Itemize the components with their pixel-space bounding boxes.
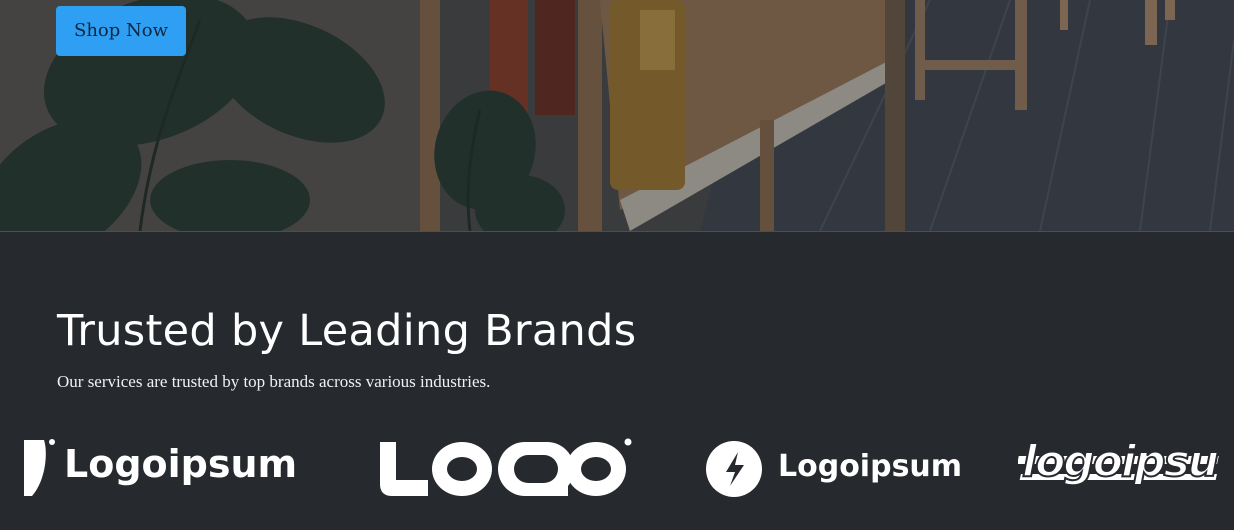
trusted-brands-section: Trusted by Leading Brands Our services a…: [0, 232, 1234, 530]
shop-now-button[interactable]: Shop Now: [56, 6, 186, 56]
brand-logo-1: Logoipsum: [18, 422, 318, 512]
section-subtitle: Our services are trusted by top brands a…: [57, 372, 491, 391]
brand-logo-carousel: Logoipsum Logoipsum logoipsu: [0, 422, 1234, 512]
loqo-wordmark: [380, 438, 632, 496]
brand-logo-3-text: Logoipsum: [778, 449, 963, 484]
brand-logo-3: Logoipsum: [704, 422, 964, 512]
hero-banner: Shop Now: [0, 0, 1234, 231]
brand-mark-icon: [24, 439, 55, 496]
brand-logo-4: logoipsu: [1018, 422, 1234, 512]
brand-logo-1-text: Logoipsum: [64, 442, 298, 486]
section-title: Trusted by Leading Brands: [57, 306, 637, 356]
brand-logo-2: [376, 422, 636, 512]
bolt-circle-icon: [706, 441, 762, 497]
brand-logo-4-text: logoipsu: [1021, 435, 1220, 488]
